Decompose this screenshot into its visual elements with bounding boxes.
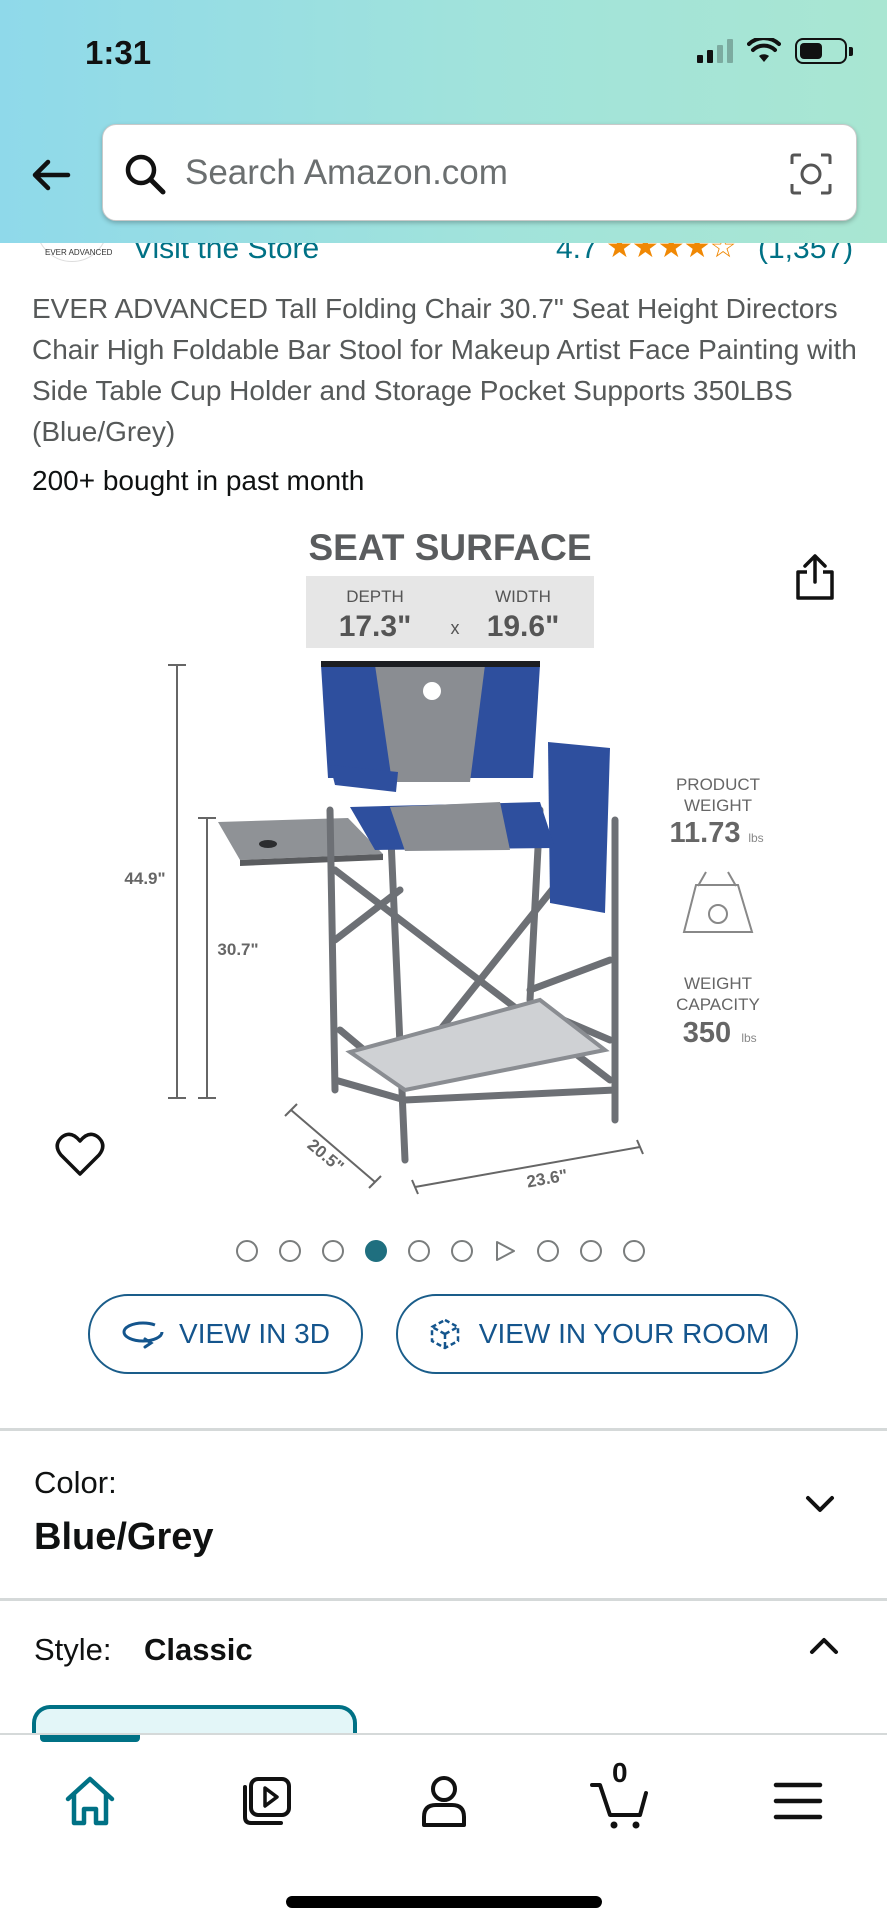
view-in-3d-button[interactable]: VIEW IN 3D — [88, 1294, 363, 1374]
inspire-video-icon[interactable] — [237, 1771, 297, 1831]
product-title: EVER ADVANCED Tall Folding Chair 30.7" S… — [32, 293, 857, 447]
divider — [0, 1428, 887, 1431]
chair-back — [321, 661, 540, 782]
base-dimension-lines — [284, 1103, 644, 1195]
product-weight-label-2: WEIGHT — [684, 796, 752, 815]
search-icon — [125, 154, 166, 195]
product-weight-label-1: PRODUCT — [676, 775, 760, 794]
total-height-label: 44.9" — [124, 869, 165, 888]
style-label: Style: — [34, 1632, 112, 1667]
menu-icon[interactable] — [768, 1771, 828, 1831]
account-icon[interactable] — [414, 1771, 474, 1831]
carousel-dot[interactable] — [537, 1240, 559, 1262]
color-value[interactable]: Blue/Grey — [34, 1516, 214, 1559]
cart-count: 0 — [612, 1757, 628, 1788]
camera-search-icon[interactable] — [788, 151, 834, 197]
carousel-dot[interactable] — [623, 1240, 645, 1262]
rotate-3d-icon — [122, 1321, 164, 1349]
battery-icon — [795, 38, 853, 64]
width-label: WIDTH — [495, 587, 551, 606]
home-icon[interactable] — [60, 1771, 120, 1831]
view-in-3d-label: VIEW IN 3D — [179, 1318, 330, 1349]
status-icons — [697, 38, 853, 64]
carousel-dot[interactable] — [451, 1240, 473, 1262]
capacity-unit: lbs — [741, 1031, 756, 1045]
search-input[interactable] — [185, 147, 745, 199]
product-weight-value: 11.73 — [670, 817, 741, 849]
carousel-dot-active[interactable] — [365, 1240, 387, 1262]
search-bar[interactable] — [102, 124, 857, 221]
base-depth-label: 20.5" — [304, 1135, 348, 1176]
right-armrest-pocket — [548, 742, 610, 913]
chevron-up-icon[interactable] — [806, 1628, 842, 1664]
carousel-dot[interactable] — [408, 1240, 430, 1262]
color-label: Color: — [34, 1465, 117, 1500]
capacity-label-1: WEIGHT — [684, 974, 752, 993]
bought-count: 200+ bought in past month — [32, 465, 365, 496]
carousel-dot[interactable] — [279, 1240, 301, 1262]
style-value[interactable]: Classic — [144, 1632, 253, 1668]
bottom-navigation: 0 — [0, 1733, 887, 1920]
cellular-signal-icon — [697, 39, 733, 63]
view-in-your-room-label: VIEW IN YOUR ROOM — [478, 1318, 770, 1349]
base-width-label: 23.6" — [525, 1166, 569, 1192]
capacity-label-2: CAPACITY — [676, 995, 760, 1014]
seat-surface-label: SEAT SURFACE — [308, 527, 591, 568]
dimension-x: x — [451, 618, 460, 638]
product-weight-unit: lbs — [748, 831, 763, 845]
heart-icon[interactable] — [55, 1130, 105, 1178]
width-value: 19.6" — [487, 610, 560, 643]
back-arrow-icon[interactable] — [26, 150, 76, 200]
seat-height-label: 30.7" — [217, 940, 258, 959]
carousel-video-play-icon[interactable] — [494, 1240, 516, 1262]
home-indicator — [286, 1896, 602, 1908]
nav-active-indicator — [40, 1735, 140, 1742]
depth-value: 17.3" — [339, 610, 412, 643]
depth-label: DEPTH — [346, 587, 404, 606]
view-in-your-room-button[interactable]: VIEW IN YOUR ROOM — [396, 1294, 798, 1374]
chair-seat-center — [390, 802, 510, 851]
share-icon[interactable] — [790, 552, 840, 602]
carousel-dot[interactable] — [580, 1240, 602, 1262]
divider — [0, 1598, 887, 1601]
footrest — [345, 997, 610, 1093]
status-time: 1:31 — [85, 34, 152, 71]
header: 1:31 — [0, 0, 887, 243]
chevron-down-icon[interactable] — [802, 1486, 838, 1522]
wifi-icon — [747, 38, 781, 62]
carousel-dot[interactable] — [322, 1240, 344, 1262]
height-dimension-lines — [168, 664, 216, 1099]
carousel-dot[interactable] — [236, 1240, 258, 1262]
side-table — [218, 818, 383, 866]
capacity-value: 350 — [683, 1017, 731, 1049]
image-carousel-dots[interactable] — [236, 1240, 645, 1262]
product-image[interactable]: SEAT SURFACE DEPTH 17.3" x WIDTH 19.6" 4… — [100, 520, 780, 1200]
ar-cube-icon — [430, 1318, 460, 1350]
scale-icon — [682, 871, 754, 933]
store-logo-text: EVER ADVANCED — [45, 248, 113, 257]
